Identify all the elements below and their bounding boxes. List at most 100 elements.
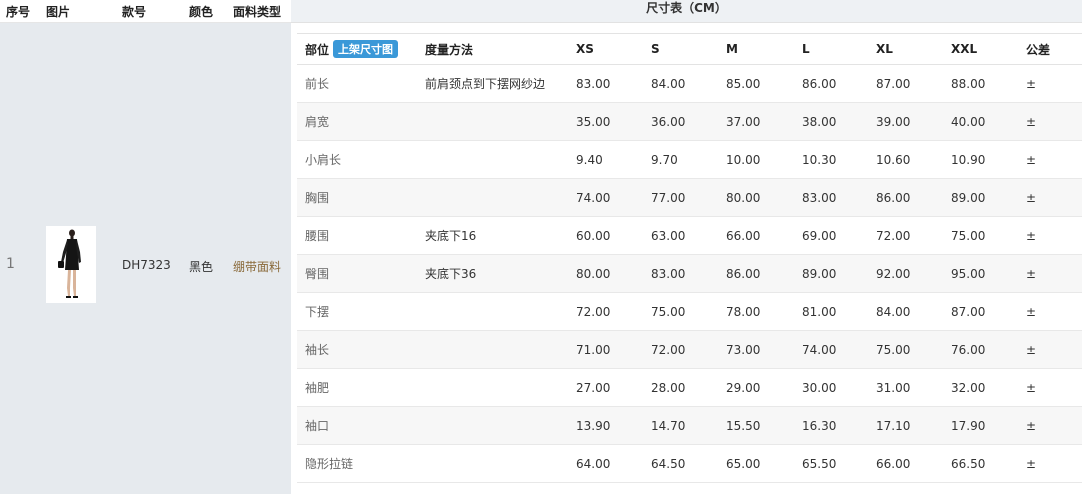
cell-xxl: 17.90 — [951, 418, 986, 433]
cell-part: 肩宽 — [305, 115, 330, 129]
cell-xl: 31.00 — [876, 380, 911, 395]
cell-xl: 75.00 — [876, 342, 911, 357]
cell-tol: ± — [1026, 228, 1037, 243]
cell-xxl: 10.90 — [951, 152, 986, 167]
cell-m: 65.00 — [726, 456, 761, 471]
product-image[interactable] — [46, 226, 96, 303]
size-chart-header-row: 部位 上架尺寸图 度量方法 XS S M L XL XXL 公差 — [297, 33, 1082, 65]
cell-part: 小肩长 — [305, 153, 342, 167]
cell-l: 30.00 — [802, 380, 837, 395]
cell-tol: ± — [1026, 456, 1037, 471]
product-color: 黑色 — [189, 260, 214, 274]
header-seq: 序号 — [6, 5, 31, 19]
cell-method: 前肩颈点到下摆网纱边 — [425, 77, 546, 91]
header-s: S — [651, 42, 660, 56]
header-xs: XS — [576, 42, 594, 56]
table-row: 臀围 夹底下36 80.00 83.00 86.00 89.00 92.00 95.00 ± — [297, 255, 1082, 293]
cell-xxl: 76.00 — [951, 342, 986, 357]
cell-xl: 72.00 — [876, 228, 911, 243]
cell-l: 16.30 — [802, 418, 837, 433]
header-image: 图片 — [46, 5, 71, 19]
cell-part: 腰围 — [305, 229, 330, 243]
cell-xs: 72.00 — [576, 304, 611, 319]
header-tolerance: 公差 — [1026, 42, 1051, 57]
cell-xl: 86.00 — [876, 190, 911, 205]
header-part-cell: 部位 上架尺寸图 — [305, 34, 399, 64]
cell-part: 前长 — [305, 77, 330, 91]
cell-xl: 17.10 — [876, 418, 911, 433]
header-xl: XL — [876, 42, 893, 56]
cell-tol: ± — [1026, 418, 1037, 433]
cell-s: 64.50 — [651, 456, 686, 471]
cell-m: 73.00 — [726, 342, 761, 357]
cell-s: 75.00 — [651, 304, 686, 319]
cell-l: 81.00 — [802, 304, 837, 319]
cell-part: 袖口 — [305, 419, 330, 433]
dress-figure-icon — [58, 229, 81, 298]
cell-method: 夹底下36 — [425, 267, 477, 281]
cell-xs: 71.00 — [576, 342, 611, 357]
table-row: 胸围 74.00 77.00 80.00 83.00 86.00 89.00 ± — [297, 179, 1082, 217]
table-row: 肩宽 35.00 36.00 37.00 38.00 39.00 40.00 ± — [297, 103, 1082, 141]
cell-s: 77.00 — [651, 190, 686, 205]
cell-l: 10.30 — [802, 152, 837, 167]
cell-m: 37.00 — [726, 114, 761, 129]
cell-xxl: 75.00 — [951, 228, 986, 243]
cell-s: 36.00 — [651, 114, 686, 129]
cell-l: 86.00 — [802, 76, 837, 91]
cell-tol: ± — [1026, 190, 1037, 205]
cell-xxl: 87.00 — [951, 304, 986, 319]
cell-l: 69.00 — [802, 228, 837, 243]
cell-tol: ± — [1026, 152, 1037, 167]
cell-s: 9.70 — [651, 152, 678, 167]
product-row: 1 DH7323 黑色 绷带面料 — [0, 23, 291, 494]
cell-m: 29.00 — [726, 380, 761, 395]
cell-l: 89.00 — [802, 266, 837, 281]
cell-m: 10.00 — [726, 152, 761, 167]
cell-part: 胸围 — [305, 191, 330, 205]
header-l: L — [802, 42, 810, 56]
cell-xs: 74.00 — [576, 190, 611, 205]
cell-tol: ± — [1026, 342, 1037, 357]
table-row: 小肩长 9.40 9.70 10.00 10.30 10.60 10.90 ± — [297, 141, 1082, 179]
cell-l: 38.00 — [802, 114, 837, 129]
table-row: 隐形拉链 64.00 64.50 65.00 65.50 66.00 66.50 ± — [297, 445, 1082, 483]
table-row: 袖肥 27.00 28.00 29.00 30.00 31.00 32.00 ± — [297, 369, 1082, 407]
cell-xxl: 32.00 — [951, 380, 986, 395]
product-style-no: DH7323 — [122, 258, 171, 272]
table-row: 下摆 72.00 75.00 78.00 81.00 84.00 87.00 ± — [297, 293, 1082, 331]
product-index: 1 — [6, 256, 15, 272]
size-chart-title: 尺寸表（CM） — [291, 0, 1082, 23]
cell-part: 袖长 — [305, 343, 330, 357]
size-image-button[interactable]: 上架尺寸图 — [333, 40, 399, 58]
cell-tol: ± — [1026, 380, 1037, 395]
header-color: 颜色 — [189, 5, 214, 19]
cell-m: 85.00 — [726, 76, 761, 91]
cell-xs: 13.90 — [576, 418, 611, 433]
cell-s: 83.00 — [651, 266, 686, 281]
cell-xl: 84.00 — [876, 304, 911, 319]
cell-xl: 39.00 — [876, 114, 911, 129]
cell-xxl: 89.00 — [951, 190, 986, 205]
cell-tol: ± — [1026, 76, 1037, 91]
cell-s: 14.70 — [651, 418, 686, 433]
cell-xl: 10.60 — [876, 152, 911, 167]
cell-m: 66.00 — [726, 228, 761, 243]
cell-xs: 60.00 — [576, 228, 611, 243]
header-m: M — [726, 42, 738, 56]
cell-s: 84.00 — [651, 76, 686, 91]
cell-xl: 66.00 — [876, 456, 911, 471]
table-row: 袖长 71.00 72.00 73.00 74.00 75.00 76.00 ± — [297, 331, 1082, 369]
cell-s: 72.00 — [651, 342, 686, 357]
cell-l: 65.50 — [802, 456, 837, 471]
cell-xxl: 95.00 — [951, 266, 986, 281]
cell-part: 袖肥 — [305, 381, 330, 395]
table-row: 腰围 夹底下16 60.00 63.00 66.00 69.00 72.00 75.00 ± — [297, 217, 1082, 255]
product-fabric: 绷带面料 — [233, 260, 282, 274]
cell-m: 80.00 — [726, 190, 761, 205]
header-xxl: XXL — [951, 42, 978, 56]
cell-xxl: 66.50 — [951, 456, 986, 471]
cell-l: 83.00 — [802, 190, 837, 205]
cell-m: 86.00 — [726, 266, 761, 281]
cell-xl: 92.00 — [876, 266, 911, 281]
